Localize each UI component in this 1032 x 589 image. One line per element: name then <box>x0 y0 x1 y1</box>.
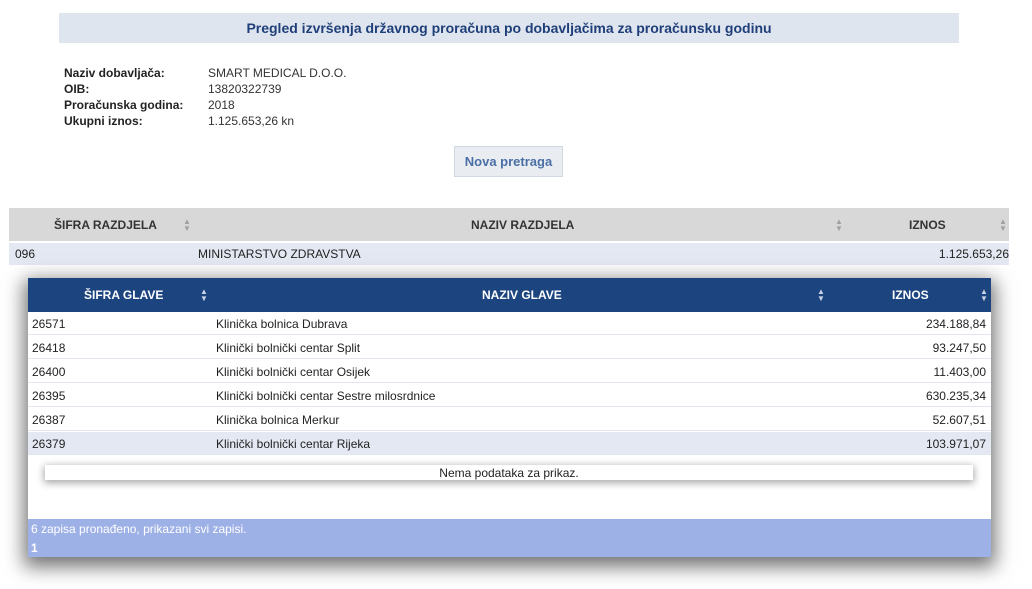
budget-year-row: Proračunska godina: 2018 <box>64 97 346 113</box>
table-row[interactable]: 26418 Klinički bolnički centar Split 93.… <box>28 336 991 359</box>
cell-amount: 234.188,84 <box>925 316 986 331</box>
budget-year-value: 2018 <box>208 98 235 112</box>
table-row[interactable]: 096 MINISTARSTVO ZDRAVSTVA 1.125.653,26 <box>9 243 1009 265</box>
sort-icon[interactable]: ▲ ▼ <box>200 288 208 303</box>
oib-label: OIB: <box>64 82 90 96</box>
new-search-button[interactable]: Nova pretraga <box>454 146 563 177</box>
total-amount-row: Ukupni iznos: 1.125.653,26 kn <box>64 113 346 129</box>
cell-amount: 103.971,07 <box>925 436 986 451</box>
total-amount-value: 1.125.653,26 kn <box>208 114 295 128</box>
header-sifra-glave[interactable]: ŠIFRA GLAVE <box>84 278 163 312</box>
table-row[interactable]: 26387 Klinička bolnica Merkur 52.607,51 <box>28 408 991 431</box>
pagination-page-1[interactable]: 1 <box>31 541 38 555</box>
no-data-message: Nema podataka za prikaz. <box>45 465 973 480</box>
cell-name: Klinička bolnica Dubrava <box>216 316 348 331</box>
cell-code: 096 <box>15 247 36 261</box>
budget-year-label: Proračunska godina: <box>64 98 184 112</box>
inner-table-header: ŠIFRA GLAVE ▲ ▼ NAZIV GLAVE ▲ ▼ IZNOS ▲ ▼ <box>28 278 991 312</box>
table-row[interactable]: 26395 Klinički bolnički centar Sestre mi… <box>28 384 991 407</box>
cell-name: Klinički bolnički centar Sestre milosrdn… <box>216 388 436 403</box>
cell-amount: 11.403,00 <box>933 364 987 379</box>
page-title: Pregled izvršenja državnog proračuna po … <box>59 13 959 43</box>
detail-table: ŠIFRA GLAVE ▲ ▼ NAZIV GLAVE ▲ ▼ IZNOS ▲ ▼ 2… <box>28 278 991 557</box>
header-iznos[interactable]: IZNOS <box>892 278 929 312</box>
cell-amount: 52.607,51 <box>932 412 986 427</box>
cell-name: Klinički bolnički centar Split <box>216 340 361 355</box>
header-naziv-glave[interactable]: NAZIV GLAVE <box>482 278 562 312</box>
cell-name: Klinički bolnički centar Rijeka <box>216 436 371 451</box>
supplier-name-value: SMART MEDICAL D.O.O. <box>208 66 347 80</box>
oib-row: OIB: 13820322739 <box>64 81 346 97</box>
table-row[interactable]: 26400 Klinički bolnički centar Osijek 11… <box>28 360 991 383</box>
total-amount-label: Ukupni iznos: <box>64 114 143 128</box>
cell-name: Klinički bolnički centar Osijek <box>216 364 371 379</box>
sort-icon[interactable]: ▲ ▼ <box>817 288 825 303</box>
header-naziv-razdjela[interactable]: NAZIV RAZDJELA <box>471 208 574 241</box>
supplier-name-label: Naziv dobavljača: <box>64 66 165 80</box>
cell-code: 26379 <box>32 436 66 451</box>
cell-code: 26418 <box>32 340 66 355</box>
sort-icon[interactable]: ▲ ▼ <box>183 218 191 233</box>
table-row[interactable]: 26571 Klinička bolnica Dubrava 234.188,8… <box>28 312 991 335</box>
cell-name: MINISTARSTVO ZDRAVSTVA <box>198 247 361 261</box>
cell-code: 26571 <box>32 316 66 331</box>
records-summary: 6 zapisa pronađeno, prikazani svi zapisi… <box>31 522 247 536</box>
nested-panel: Nema podataka za prikaz. <box>28 456 991 519</box>
outer-table-header: ŠIFRA RAZDJELA ▲ ▼ NAZIV RAZDJELA ▲ ▼ IZNO… <box>9 208 1009 241</box>
cell-amount: 93.247,50 <box>932 340 986 355</box>
supplier-info: Naziv dobavljača: SMART MEDICAL D.O.O. O… <box>64 65 346 129</box>
cell-name: Klinička bolnica Merkur <box>216 412 340 427</box>
cell-code: 26395 <box>32 388 66 403</box>
sort-icon[interactable]: ▲ ▼ <box>835 218 843 233</box>
header-sifra-razdjela[interactable]: ŠIFRA RAZDJELA <box>54 208 157 241</box>
table-footer: 6 zapisa pronađeno, prikazani svi zapisi… <box>28 519 991 557</box>
sort-icon[interactable]: ▲ ▼ <box>980 288 988 303</box>
cell-amount: 630.235,34 <box>925 388 986 403</box>
supplier-name-row: Naziv dobavljača: SMART MEDICAL D.O.O. <box>64 65 346 81</box>
cell-amount: 1.125.653,26 <box>938 247 1009 261</box>
cell-code: 26387 <box>32 412 66 427</box>
table-row-selected[interactable]: 26379 Klinički bolnički centar Rijeka 10… <box>28 432 991 455</box>
sort-icon[interactable]: ▲ ▼ <box>999 218 1007 233</box>
oib-value: 13820322739 <box>208 82 282 96</box>
cell-code: 26400 <box>32 364 66 379</box>
header-iznos[interactable]: IZNOS <box>909 208 946 241</box>
